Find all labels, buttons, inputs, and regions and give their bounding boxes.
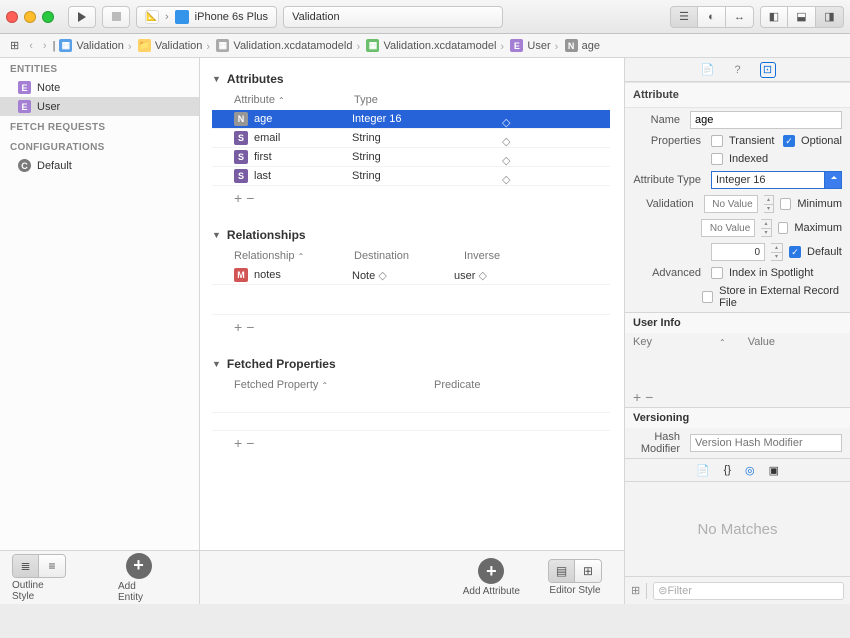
- versioning-header: Versioning: [625, 407, 850, 428]
- optional-checkbox[interactable]: ✓: [783, 135, 795, 147]
- attribute-icon: N: [565, 39, 578, 52]
- entity-note[interactable]: ENote: [0, 78, 199, 97]
- editor-mode-seg: ☰ ◐ ↔: [670, 6, 754, 28]
- model-icon: ▦: [216, 39, 229, 52]
- inspector: 📄 ? ⊡ Attribute Name PropertiesTransient…: [625, 58, 850, 604]
- version-editor[interactable]: ↔: [726, 6, 754, 28]
- toggle-debug[interactable]: ⬓: [788, 6, 816, 28]
- remove-userinfo-icon[interactable]: −: [645, 389, 657, 405]
- string-attr-icon: S: [234, 169, 248, 183]
- close-window[interactable]: [6, 11, 18, 23]
- disclosure-icon[interactable]: ▼: [212, 230, 221, 240]
- scheme-selector[interactable]: 📐 › iPhone 6s Plus: [136, 6, 277, 28]
- data-model-inspector-tab[interactable]: ⊡: [760, 62, 776, 78]
- library-tabs: 📄 {} ◎ ▣: [625, 458, 850, 482]
- attributes-header: Attributes: [227, 72, 284, 86]
- attr-type-select[interactable]: Integer 16: [711, 171, 842, 189]
- folder-icon: 📁: [138, 39, 151, 52]
- tomany-icon: M: [234, 268, 248, 282]
- outline-style-label: Outline Style: [12, 580, 66, 602]
- configurations-header: CONFIGURATIONS: [0, 136, 199, 156]
- activity-view: Validation: [283, 6, 503, 28]
- entity-icon: E: [510, 39, 523, 52]
- entity-user[interactable]: EUser: [0, 97, 199, 116]
- min-checkbox[interactable]: [780, 198, 791, 210]
- toolbar: 📐 › iPhone 6s Plus Validation ☰ ◐ ↔ ◧ ⬓ …: [0, 0, 850, 34]
- hash-modifier-input[interactable]: [690, 434, 842, 452]
- media-library-tab[interactable]: ▣: [769, 464, 779, 477]
- scheme-device: iPhone 6s Plus: [195, 11, 268, 23]
- userinfo-header: User Info: [625, 312, 850, 333]
- default-stepper[interactable]: ▴▾: [771, 243, 783, 261]
- add-fetched-icon[interactable]: +: [234, 435, 246, 451]
- disclosure-icon[interactable]: ▼: [212, 74, 221, 84]
- stop-button[interactable]: [102, 6, 130, 28]
- relationships-header: Relationships: [227, 228, 306, 242]
- model-version-icon: ▦: [366, 39, 379, 52]
- toggle-utilities[interactable]: ◨: [816, 6, 844, 28]
- max-stepper[interactable]: ▴▾: [761, 219, 771, 237]
- grid-view-icon[interactable]: ⊞: [631, 584, 640, 597]
- project-icon: ▦: [59, 39, 72, 52]
- fetch-requests-header: FETCH REQUESTS: [0, 116, 199, 136]
- string-attr-icon: S: [234, 150, 248, 164]
- max-input[interactable]: [701, 219, 755, 237]
- code-snippet-tab[interactable]: {}: [724, 464, 731, 476]
- indexed-checkbox[interactable]: [711, 153, 723, 165]
- remove-relationship-icon[interactable]: −: [246, 319, 258, 335]
- minimize-window[interactable]: [24, 11, 36, 23]
- toggle-navigator[interactable]: ◧: [760, 6, 788, 28]
- attribute-row-last[interactable]: SlastString◇: [212, 167, 610, 186]
- model-editor: ▼Attributes Attribute ⌃Type NageInteger …: [200, 58, 625, 604]
- add-relationship-icon[interactable]: +: [234, 319, 246, 335]
- object-library-tab[interactable]: ◎: [745, 464, 755, 477]
- outline-style-seg[interactable]: ≣≡: [12, 554, 66, 578]
- disclosure-icon[interactable]: ▼: [212, 359, 221, 369]
- attribute-row-age[interactable]: NageInteger 16◇: [212, 110, 610, 129]
- status-text: Validation: [292, 11, 340, 23]
- file-inspector-tab[interactable]: 📄: [700, 62, 716, 78]
- spotlight-checkbox[interactable]: [711, 267, 723, 279]
- filter-input[interactable]: ⊜ Filter: [653, 582, 844, 600]
- transient-checkbox[interactable]: [711, 135, 723, 147]
- add-entity-button[interactable]: +: [126, 553, 152, 579]
- attribute-row-first[interactable]: SfirstString◇: [212, 148, 610, 167]
- attribute-row-email[interactable]: SemailString◇: [212, 129, 610, 148]
- navigator: ENTITIES ENote EUser FETCH REQUESTS CONF…: [0, 58, 200, 604]
- editor-bottom-bar: +Add Attribute ▤⊞Editor Style: [200, 550, 624, 604]
- file-template-tab[interactable]: 📄: [696, 464, 710, 477]
- remove-attribute-icon[interactable]: −: [246, 190, 258, 206]
- min-stepper[interactable]: ▴▾: [764, 195, 775, 213]
- panel-toggles: ◧ ⬓ ◨: [760, 6, 844, 28]
- inspector-tabs: 📄 ? ⊡: [625, 58, 850, 82]
- external-checkbox[interactable]: [702, 291, 713, 303]
- add-attribute-button[interactable]: +: [478, 558, 504, 584]
- entities-header: ENTITIES: [0, 58, 199, 78]
- default-input[interactable]: [711, 243, 765, 261]
- config-default[interactable]: CDefault: [0, 156, 199, 175]
- relationship-row-notes[interactable]: MnotesNote ◇user ◇: [212, 266, 610, 285]
- jump-bar[interactable]: ⊞ ‹ › | ▦Validation› 📁Validation› ▦Valid…: [0, 34, 850, 58]
- window-controls: [6, 11, 54, 23]
- fetched-header: Fetched Properties: [227, 357, 336, 371]
- assistant-editor[interactable]: ◐: [698, 6, 726, 28]
- standard-editor[interactable]: ☰: [670, 6, 698, 28]
- attr-name-input[interactable]: [690, 111, 842, 129]
- add-userinfo-icon[interactable]: +: [633, 389, 645, 405]
- min-input[interactable]: [704, 195, 758, 213]
- nav-bottom-bar: ≣≡ Outline Style + Add Entity: [0, 550, 199, 604]
- editor-style-seg[interactable]: ▤⊞: [548, 559, 602, 583]
- default-checkbox[interactable]: ✓: [789, 246, 801, 258]
- attribute-section-header: Attribute: [625, 82, 850, 108]
- integer-attr-icon: N: [234, 112, 248, 126]
- string-attr-icon: S: [234, 131, 248, 145]
- remove-fetched-icon[interactable]: −: [246, 435, 258, 451]
- help-inspector-tab[interactable]: ?: [730, 62, 746, 78]
- add-entity-label: Add Entity: [118, 581, 159, 603]
- zoom-window[interactable]: [42, 11, 54, 23]
- add-attribute-icon[interactable]: +: [234, 190, 246, 206]
- max-checkbox[interactable]: [778, 222, 789, 234]
- run-button[interactable]: [68, 6, 96, 28]
- no-matches-label: No Matches: [625, 482, 850, 576]
